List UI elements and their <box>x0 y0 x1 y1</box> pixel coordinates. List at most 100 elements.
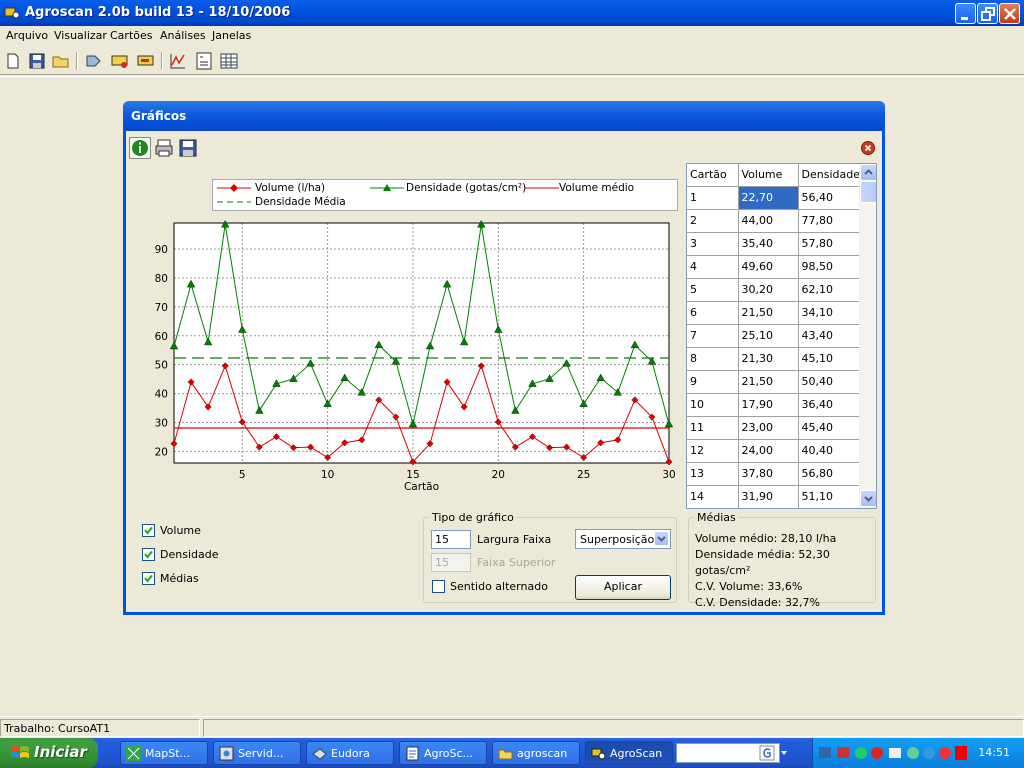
table-cell[interactable]: 45,40 <box>798 416 861 440</box>
table-cell[interactable]: 77,80 <box>798 209 861 233</box>
table-row[interactable]: 5 30,20 62,10 <box>687 278 861 302</box>
statistics-icon[interactable] <box>194 51 214 71</box>
table-row[interactable]: 11 23,00 45,40 <box>687 416 861 440</box>
table-cell[interactable]: 40,40 <box>798 439 861 463</box>
tray-icons[interactable] <box>817 745 967 761</box>
column-header[interactable]: Cartão <box>687 164 739 187</box>
print-icon[interactable] <box>153 137 175 159</box>
table-cell[interactable]: 22,70 <box>738 186 799 210</box>
table-cell[interactable]: 49,60 <box>738 255 799 279</box>
save-icon[interactable] <box>177 137 199 159</box>
table-cell[interactable]: 45,10 <box>798 347 861 371</box>
table-cell[interactable]: 21,30 <box>738 347 799 371</box>
menu-cartoes[interactable]: Cartões <box>110 29 153 42</box>
task-eudora[interactable]: Eudora <box>306 741 394 765</box>
row-header-cell[interactable]: 6 <box>687 301 739 325</box>
row-header-cell[interactable]: 3 <box>687 232 739 256</box>
faixa-superior-input[interactable]: 15 <box>431 553 471 572</box>
table-cell[interactable]: 21,50 <box>738 301 799 325</box>
address-toolbar-input[interactable] <box>676 743 780 763</box>
table-row[interactable]: 2 44,00 77,80 <box>687 209 861 233</box>
menu-visualizar[interactable]: Visualizar <box>54 29 107 42</box>
task-agroscan-folder[interactable]: agroscan <box>492 741 580 765</box>
title-bar[interactable]: Agroscan 2.0b build 13 - 18/10/2006 <box>0 0 1024 26</box>
start-button[interactable]: Iniciar <box>0 738 98 768</box>
table-cell[interactable]: 56,80 <box>798 462 861 486</box>
task-agroscan-1[interactable]: AgroSc... <box>399 741 487 765</box>
row-header-cell[interactable]: 11 <box>687 416 739 440</box>
modo-select[interactable]: Superposição <box>575 529 671 549</box>
densidade-checkbox[interactable] <box>142 548 155 561</box>
table-cell[interactable]: 57,80 <box>798 232 861 256</box>
table-cell[interactable]: 17,90 <box>738 393 799 417</box>
table-row[interactable]: 7 25,10 43,40 <box>687 324 861 348</box>
close-button[interactable] <box>999 3 1020 24</box>
minimize-button[interactable] <box>955 3 976 24</box>
table-row[interactable]: 12 24,00 40,40 <box>687 439 861 463</box>
table-cell[interactable]: 44,00 <box>738 209 799 233</box>
table-row[interactable]: 3 35,40 57,80 <box>687 232 861 256</box>
row-header-cell[interactable]: 2 <box>687 209 739 233</box>
chart-icon[interactable] <box>168 51 188 71</box>
row-header-cell[interactable]: 7 <box>687 324 739 348</box>
open-folder-icon[interactable] <box>51 51 71 71</box>
table-cell[interactable]: 51,10 <box>798 485 861 508</box>
row-header-cell[interactable]: 8 <box>687 347 739 371</box>
dropdown-button[interactable] <box>654 531 669 546</box>
row-header-cell[interactable]: 12 <box>687 439 739 463</box>
table-row[interactable]: 6 21,50 34,10 <box>687 301 861 325</box>
table-cell[interactable]: 30,20 <box>738 278 799 302</box>
column-header[interactable]: Densidade <box>798 164 861 187</box>
table-cell[interactable]: 50,40 <box>798 370 861 394</box>
info-icon[interactable] <box>129 137 151 159</box>
row-header-cell[interactable]: 1 <box>687 186 739 210</box>
row-header-cell[interactable]: 14 <box>687 485 739 508</box>
task-servid[interactable]: Servid... <box>213 741 301 765</box>
table-cell[interactable]: 56,40 <box>798 186 861 210</box>
aplicar-button[interactable]: Aplicar <box>575 575 671 600</box>
table-cell[interactable]: 23,00 <box>738 416 799 440</box>
sentido-alternado-checkbox[interactable] <box>432 580 445 593</box>
row-header-cell[interactable]: 10 <box>687 393 739 417</box>
row-header-cell[interactable]: 5 <box>687 278 739 302</box>
table-cell[interactable]: 21,50 <box>738 370 799 394</box>
table-cell[interactable]: 62,10 <box>798 278 861 302</box>
new-file-icon[interactable] <box>3 51 23 71</box>
card-analysis-icon[interactable] <box>136 51 156 71</box>
table-row[interactable]: 8 21,30 45,10 <box>687 347 861 371</box>
dialog-title-bar[interactable]: Gráficos <box>123 101 885 131</box>
table-row[interactable]: 10 17,90 36,40 <box>687 393 861 417</box>
scroll-thumb[interactable] <box>860 181 876 203</box>
table-row[interactable]: 9 21,50 50,40 <box>687 370 861 394</box>
data-table[interactable]: Cartão Volume Densidade 1 22,70 56,40 2 44,00 77… <box>686 163 877 509</box>
table-cell[interactable]: 34,10 <box>798 301 861 325</box>
scroll-up-button[interactable] <box>860 164 876 181</box>
largura-faixa-input[interactable]: 15 <box>431 530 471 549</box>
table-icon[interactable] <box>219 51 239 71</box>
medias-checkbox[interactable] <box>142 572 155 585</box>
scanner-card-icon[interactable] <box>110 51 130 71</box>
table-cell[interactable]: 43,40 <box>798 324 861 348</box>
menu-arquivo[interactable]: Arquivo <box>6 29 48 42</box>
row-header-cell[interactable]: 4 <box>687 255 739 279</box>
table-cell[interactable]: 36,40 <box>798 393 861 417</box>
table-cell[interactable]: 37,80 <box>738 462 799 486</box>
table-row[interactable]: 4 49,60 98,50 <box>687 255 861 279</box>
column-header[interactable]: Volume <box>738 164 799 187</box>
save-icon[interactable] <box>27 51 47 71</box>
menu-janelas[interactable]: Janelas <box>212 29 251 42</box>
table-cell[interactable]: 35,40 <box>738 232 799 256</box>
row-header-cell[interactable]: 9 <box>687 370 739 394</box>
table-cell[interactable]: 98,50 <box>798 255 861 279</box>
restore-button[interactable] <box>977 3 998 24</box>
menu-analises[interactable]: Análises <box>160 29 206 42</box>
scroll-down-button[interactable] <box>860 490 876 507</box>
table-row[interactable]: 1 22,70 56,40 <box>687 186 861 210</box>
close-icon[interactable] <box>861 141 875 155</box>
row-header-cell[interactable]: 13 <box>687 462 739 486</box>
task-mapst[interactable]: MapSt... <box>120 741 208 765</box>
table-scrollbar[interactable] <box>859 164 876 508</box>
volume-checkbox[interactable] <box>142 524 155 537</box>
table-cell[interactable]: 24,00 <box>738 439 799 463</box>
table-row[interactable]: 14 31,90 51,10 <box>687 485 861 508</box>
